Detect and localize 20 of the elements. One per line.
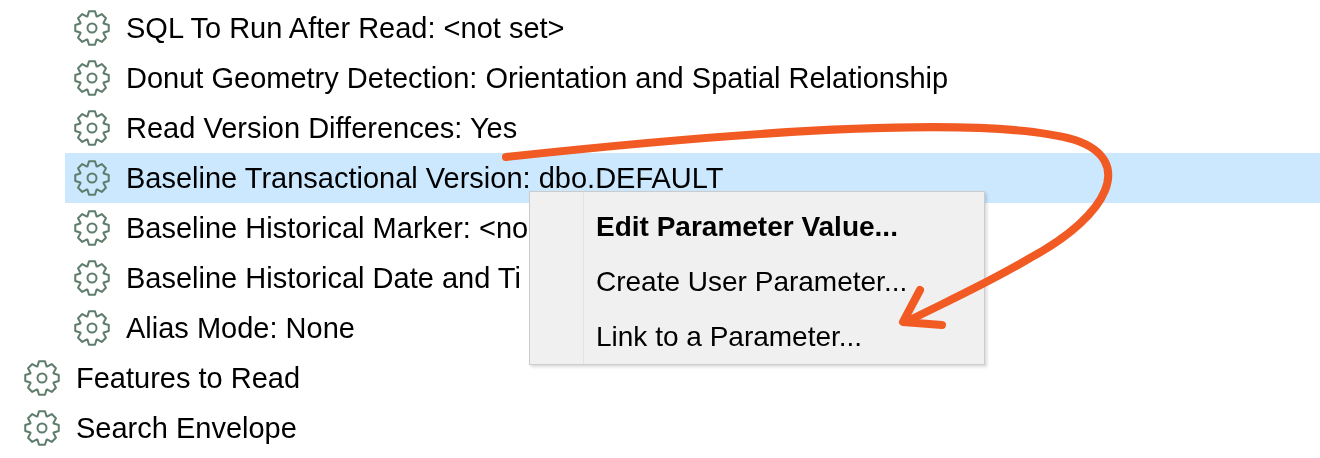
tree-item[interactable]: Baseline Transactional Version: dbo.DEFAULT bbox=[65, 153, 1320, 203]
tree-item[interactable]: Baseline Historical Marker: <no bbox=[65, 203, 529, 253]
tree-item[interactable]: Read Version Differences: Yes bbox=[65, 103, 518, 153]
gear-icon bbox=[72, 208, 112, 248]
gear-icon bbox=[72, 158, 112, 198]
gear-icon bbox=[72, 258, 112, 298]
gear-icon bbox=[72, 8, 112, 48]
gear-icon bbox=[22, 408, 62, 448]
tree-item[interactable]: SQL To Run After Read: <not set> bbox=[65, 3, 565, 53]
gear-icon bbox=[72, 108, 112, 148]
gear-icon bbox=[72, 58, 112, 98]
gear-icon bbox=[72, 308, 112, 348]
tree-item[interactable]: Alias Mode: None bbox=[65, 303, 355, 353]
tree-item[interactable]: Features to Read bbox=[15, 353, 301, 403]
gear-icon bbox=[22, 358, 62, 398]
tree-item[interactable]: Donut Geometry Detection: Orientation and Spatial Relationship bbox=[65, 53, 949, 103]
menu-item[interactable]: Create User Parameter... bbox=[596, 254, 984, 309]
tree-item[interactable]: Baseline Historical Date and Ti bbox=[65, 253, 521, 303]
menu-item[interactable]: Link to a Parameter... bbox=[596, 309, 984, 364]
tree-item[interactable]: Search Envelope bbox=[15, 403, 297, 453]
